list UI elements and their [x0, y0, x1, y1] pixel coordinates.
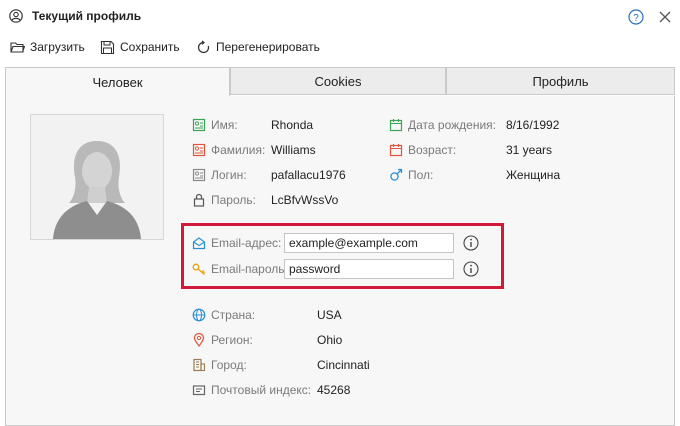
- calendar-icon: [389, 119, 403, 132]
- person-silhouette-icon: [31, 115, 163, 239]
- id-card-icon: [192, 168, 206, 182]
- age-row: Возраст:: [389, 141, 456, 159]
- id-card-icon: [192, 143, 206, 157]
- id-card-icon: [192, 118, 206, 132]
- profile-icon: [9, 9, 23, 23]
- building-icon: [193, 358, 206, 372]
- email-password-row: Email-пароль:: [192, 260, 288, 278]
- info-icon[interactable]: [463, 235, 479, 251]
- last-name-label: Фамилия:: [211, 143, 266, 157]
- zip-value: 45268: [317, 383, 351, 397]
- close-icon[interactable]: [657, 9, 673, 25]
- gender-label: Пол:: [408, 168, 434, 182]
- first-name-value: Rhonda: [271, 118, 314, 132]
- password-row: Пароль:: [192, 191, 256, 209]
- load-button[interactable]: Загрузить: [10, 38, 85, 56]
- email-address-label: Email-адрес:: [211, 236, 282, 250]
- city-row: Город:: [192, 356, 247, 374]
- mailbox-icon: [192, 385, 206, 396]
- age-value: 31 years: [506, 143, 553, 157]
- region-value: Ohio: [317, 333, 343, 347]
- password-label: Пароль:: [211, 193, 256, 207]
- gender-male-icon: [390, 168, 403, 181]
- map-pin-icon: [193, 333, 205, 347]
- first-name-row: Имя:: [192, 116, 238, 134]
- email-password-input[interactable]: [284, 259, 454, 279]
- tab-person[interactable]: Человек: [5, 67, 230, 97]
- login-value: pafallacu1976: [271, 168, 346, 182]
- folder-open-icon: [10, 41, 25, 53]
- avatar: [30, 114, 164, 240]
- load-label: Загрузить: [30, 40, 85, 54]
- zip-row: Почтовый индекс:: [192, 381, 311, 399]
- region-row: Регион:: [192, 331, 253, 349]
- country-label: Страна:: [211, 308, 256, 322]
- zip-label: Почтовый индекс:: [211, 383, 312, 397]
- svg-text:?: ?: [633, 13, 639, 24]
- regenerate-label: Перегенерировать: [216, 40, 320, 54]
- country-row: Страна:: [192, 306, 255, 324]
- tab-bar: Человек Cookies Профиль: [5, 67, 675, 97]
- birth-date-row: Дата рождения:: [389, 116, 496, 134]
- gender-value: Женщина: [506, 168, 561, 182]
- tab-cookies[interactable]: Cookies: [230, 67, 446, 95]
- city-label: Город:: [211, 358, 247, 372]
- lock-icon: [193, 193, 205, 207]
- regenerate-button[interactable]: Перегенерировать: [196, 38, 320, 56]
- age-label: Возраст:: [408, 143, 457, 157]
- country-value: USA: [317, 308, 342, 322]
- password-value: LcBfvWssVo: [271, 193, 339, 207]
- region-label: Регион:: [211, 333, 253, 347]
- calendar-icon: [389, 144, 403, 157]
- envelope-icon: [192, 237, 206, 250]
- save-label: Сохранить: [120, 40, 180, 54]
- refresh-icon: [197, 40, 210, 53]
- tab-profile-label: Профиль: [532, 73, 589, 89]
- floppy-disk-icon: [100, 40, 115, 54]
- email-address-input[interactable]: [284, 233, 454, 253]
- email-password-label: Email-пароль:: [211, 262, 288, 276]
- gender-row: Пол:: [389, 166, 433, 184]
- last-name-value: Williams: [271, 143, 316, 157]
- birth-date-label: Дата рождения:: [408, 118, 496, 132]
- info-icon[interactable]: [463, 261, 479, 277]
- login-label: Логин:: [211, 168, 247, 182]
- save-button[interactable]: Сохранить: [100, 38, 180, 56]
- key-icon: [192, 263, 206, 275]
- city-value: Cincinnati: [317, 358, 370, 372]
- globe-icon: [192, 308, 206, 322]
- tab-person-label: Человек: [92, 75, 143, 90]
- title-bar: Текущий профиль ?: [0, 0, 680, 34]
- window-title: Текущий профиль: [32, 9, 142, 23]
- email-address-row: Email-адрес:: [192, 234, 281, 252]
- help-icon[interactable]: ?: [628, 9, 644, 25]
- login-row: Логин:: [192, 166, 247, 184]
- first-name-label: Имя:: [211, 118, 238, 132]
- last-name-row: Фамилия:: [192, 141, 265, 159]
- tab-cookies-label: Cookies: [314, 73, 362, 89]
- toolbar: Загрузить Сохранить Перегенерировать: [0, 34, 680, 60]
- tab-profile[interactable]: Профиль: [446, 67, 675, 95]
- birth-date-value: 8/16/1992: [506, 118, 560, 132]
